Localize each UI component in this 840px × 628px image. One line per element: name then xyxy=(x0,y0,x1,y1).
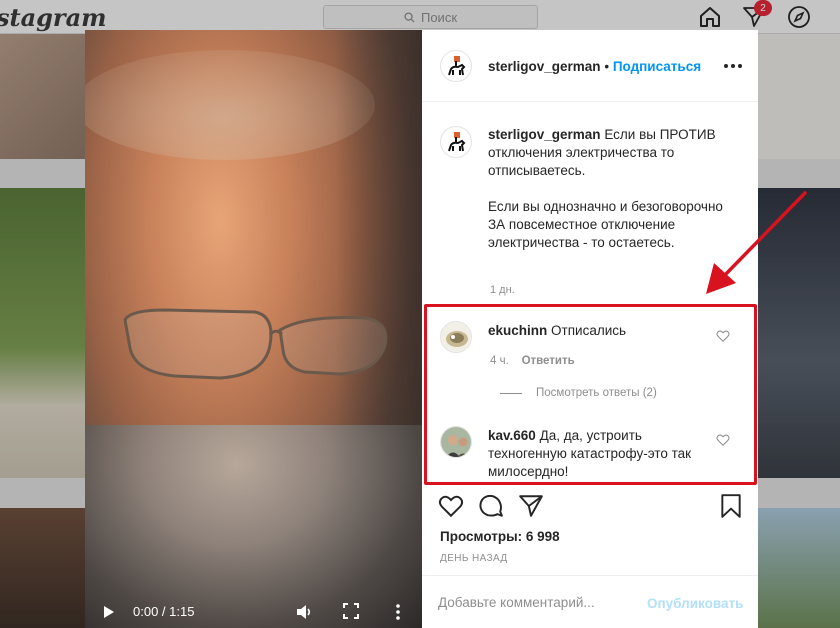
views-value: 6 998 xyxy=(525,529,560,544)
views-label: Просмотры: xyxy=(440,529,523,544)
highlight-box xyxy=(424,304,757,485)
heart-icon[interactable] xyxy=(438,493,464,519)
horse-rider-logo-icon xyxy=(448,132,466,152)
post-video[interactable]: 0:00 / 1:15 xyxy=(85,30,422,628)
follow-button[interactable]: Подписаться xyxy=(613,59,701,74)
post-header-author: sterligov_german • Подписаться xyxy=(488,59,701,74)
post-header: sterligov_german • Подписаться xyxy=(422,30,758,102)
views-count: Просмотры: 6 998 xyxy=(440,529,560,544)
video-time: 0:00 / 1:15 xyxy=(133,604,195,619)
play-icon[interactable] xyxy=(103,605,115,619)
caption-timestamp[interactable]: 1 дн. xyxy=(490,284,515,296)
add-comment-section: Опубликовать xyxy=(422,575,758,628)
bookmark-icon[interactable] xyxy=(718,493,744,519)
more-options-icon[interactable] xyxy=(722,58,744,74)
video-controls: 0:00 / 1:15 xyxy=(85,590,422,628)
caption-username[interactable]: sterligov_german xyxy=(488,127,601,142)
video-frame-detail xyxy=(85,50,375,160)
share-icon[interactable] xyxy=(518,493,544,519)
separator-dot: • xyxy=(604,59,610,74)
caption-author-avatar[interactable] xyxy=(440,126,472,158)
author-avatar[interactable] xyxy=(440,50,472,82)
caption-text: Если вы однозначно и безоговорочно ЗА по… xyxy=(488,199,723,250)
post-date[interactable]: ДЕНЬ НАЗАД xyxy=(440,553,508,564)
publish-button[interactable]: Опубликовать xyxy=(647,596,743,611)
fullscreen-icon[interactable] xyxy=(343,603,359,619)
post-caption: sterligov_german Если вы ПРОТИВ отключен… xyxy=(488,126,738,252)
post-actions: Просмотры: 6 998 ДЕНЬ НАЗАД Опубликовать xyxy=(422,482,758,628)
video-frame-detail xyxy=(123,308,388,380)
comment-icon[interactable] xyxy=(478,493,504,519)
horse-rider-logo-icon xyxy=(448,56,466,76)
volume-icon[interactable] xyxy=(295,603,313,621)
comment-input[interactable] xyxy=(438,595,638,610)
author-username[interactable]: sterligov_german xyxy=(488,59,601,74)
video-more-icon[interactable] xyxy=(395,603,401,621)
